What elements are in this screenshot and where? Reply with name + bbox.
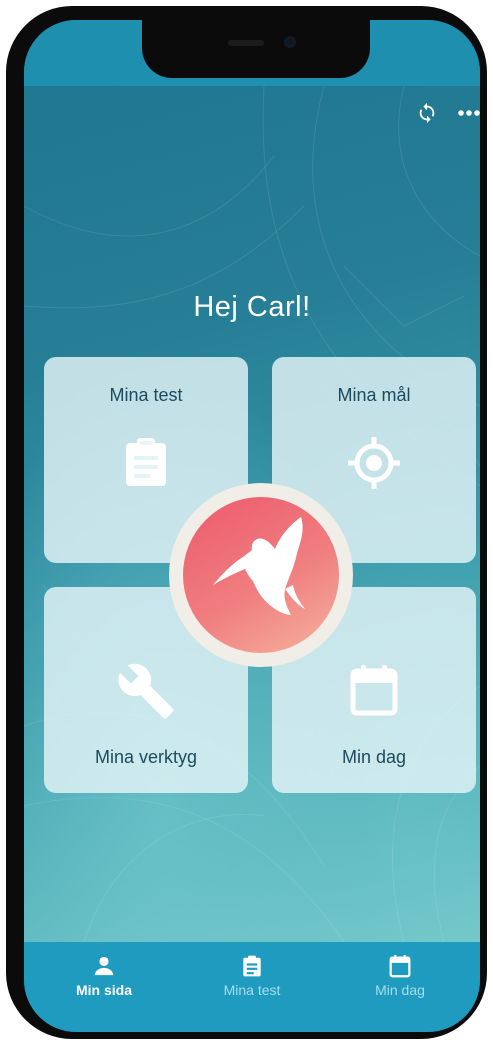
logo-disc xyxy=(183,497,339,653)
nav-label: Min sida xyxy=(75,982,132,998)
greeting-title: Hej Carl! xyxy=(193,291,311,323)
clipboard-icon xyxy=(176,950,328,982)
more-horizontal-icon[interactable] xyxy=(454,98,480,128)
tile-label: Mina mål xyxy=(337,385,411,405)
camera xyxy=(284,36,296,48)
app-logo xyxy=(169,483,353,667)
tile-label: Mina test xyxy=(109,385,183,405)
bottom-nav: Min sida Mina test Min dag xyxy=(24,942,480,1032)
tile-label: Min dag xyxy=(341,747,407,767)
app-screen: Hej Carl! Mina test Mina mål Mina verkty… xyxy=(24,20,480,1032)
calendar-icon xyxy=(272,663,476,717)
calendar-icon xyxy=(324,950,476,982)
speaker xyxy=(228,40,264,46)
wrench-icon xyxy=(44,661,248,721)
nav-item-mina-test[interactable]: Mina test xyxy=(176,950,328,998)
person-icon xyxy=(28,950,180,982)
hummingbird-icon xyxy=(213,517,305,615)
nav-label: Mina test xyxy=(223,982,281,998)
sync-icon[interactable] xyxy=(412,98,442,128)
tile-label: Mina verktyg xyxy=(94,747,198,767)
nav-label: Min dag xyxy=(375,982,425,998)
phone-frame: Hej Carl! Mina test Mina mål Mina verkty… xyxy=(6,6,487,1039)
clipboard-icon xyxy=(44,437,248,487)
nav-item-min-dag[interactable]: Min dag xyxy=(324,950,476,998)
target-icon xyxy=(272,435,476,491)
nav-item-min-sida[interactable]: Min sida xyxy=(28,950,180,998)
notch xyxy=(142,20,370,78)
